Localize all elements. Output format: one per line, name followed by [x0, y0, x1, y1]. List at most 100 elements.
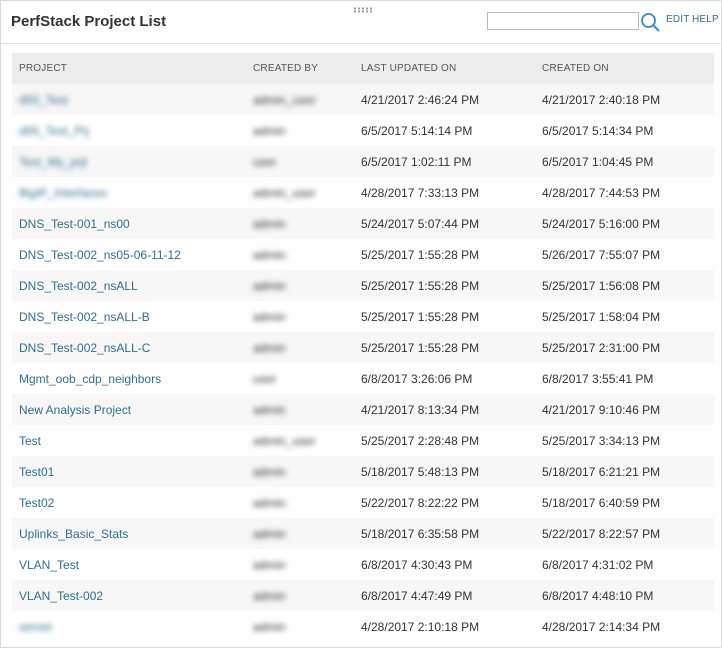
- table-cell: 6/8/2017 3:26:06 PM: [354, 363, 535, 394]
- last-updated-cell: 5/24/2017 5:07:44 PM: [361, 216, 480, 231]
- last-updated-cell: 5/22/2017 8:22:22 PM: [361, 495, 480, 510]
- column-header-project[interactable]: PROJECT: [12, 53, 246, 84]
- table-row[interactable]: DNS_Test-002_nsALL-C admin 5/25/2017 1:55:…: [12, 332, 714, 363]
- created-on-cell: 4/28/2017 2:14:34 PM: [542, 619, 661, 634]
- help-link[interactable]: HELP: [692, 14, 719, 25]
- table-row[interactable]: server admin 4/28/2017 2:10:18 PM 4/28/2017…: [12, 611, 714, 642]
- table-row[interactable]: DNS_Test-002_nsALL-B admin 5/25/2017 1:55:…: [12, 301, 714, 332]
- created-by-cell: admin: [253, 588, 286, 603]
- column-header-created-by[interactable]: CREATED BY: [246, 53, 354, 84]
- project-link[interactable]: DNS_Test-002_nsALL-C: [19, 341, 150, 355]
- table-cell: Test02: [12, 487, 246, 518]
- column-header-last-updated-on[interactable]: LAST UPDATED ON: [354, 53, 535, 84]
- created-on-cell: 5/24/2017 5:16:00 PM: [542, 216, 661, 231]
- project-link[interactable]: Test: [19, 434, 41, 448]
- search-icon[interactable]: [640, 12, 660, 32]
- table-cell: user: [246, 363, 354, 394]
- project-link[interactable]: VLAN_Test: [19, 558, 79, 572]
- project-link[interactable]: DNS_Test-002_ns05-06-11-12: [19, 248, 181, 262]
- last-updated-cell: 5/25/2017 1:55:28 PM: [361, 247, 480, 262]
- table-cell: 6/5/2017 1:04:45 PM: [535, 146, 714, 177]
- table-row[interactable]: New Analysis Project admin 4/21/2017 8:13:…: [12, 394, 714, 425]
- table-cell: admin: [246, 239, 354, 270]
- table-cell: 5/24/2017 5:16:00 PM: [535, 208, 714, 239]
- perfstack-project-list-panel: PerfStack Project List EDIT HELP PROJECT…: [0, 0, 722, 648]
- created-by-cell: admin: [253, 402, 286, 417]
- table-row[interactable]: Test admin_user 5/25/2017 2:28:48 PM 5/25/2…: [12, 425, 714, 456]
- table-cell: 6/8/2017 4:47:49 PM: [354, 580, 535, 611]
- project-link[interactable]: Test01: [19, 465, 54, 479]
- table-row[interactable]: BigIP_Interfaces admin_user 4/28/2017 7:33…: [12, 177, 714, 208]
- last-updated-cell: 6/5/2017 5:14:14 PM: [361, 123, 473, 138]
- last-updated-cell: 6/5/2017 1:02:11 PM: [361, 154, 472, 169]
- table-cell: 6/8/2017 4:30:43 PM: [354, 549, 535, 580]
- last-updated-cell: 6/8/2017 4:30:43 PM: [361, 557, 473, 572]
- project-link[interactable]: DNS_Test-002_nsALL: [19, 279, 138, 293]
- last-updated-cell: 5/25/2017 1:55:28 PM: [361, 340, 480, 355]
- created-by-cell: admin: [253, 123, 286, 138]
- project-link[interactable]: d00_Test_Prj: [19, 124, 89, 138]
- project-link[interactable]: server: [19, 620, 52, 634]
- project-link[interactable]: DNS_Test-002_nsALL-B: [19, 310, 150, 324]
- project-link[interactable]: Test02: [19, 496, 54, 510]
- table-cell: Mgmt_oob_cdp_neighbors: [12, 363, 246, 394]
- created-by-cell: admin: [253, 495, 286, 510]
- created-on-cell: 5/18/2017 6:21:21 PM: [542, 464, 661, 479]
- table-cell: admin: [246, 518, 354, 549]
- project-link[interactable]: VLAN_Test-002: [19, 589, 103, 603]
- table-row[interactable]: Uplinks_Basic_Stats admin 5/18/2017 6:35:5…: [12, 518, 714, 549]
- project-table-container: PROJECT CREATED BY LAST UPDATED ON CREAT…: [12, 53, 714, 642]
- table-cell: 5/18/2017 5:48:13 PM: [354, 456, 535, 487]
- table-cell: 5/18/2017 6:21:21 PM: [535, 456, 714, 487]
- created-by-cell: admin: [253, 309, 286, 324]
- table-cell: admin: [246, 456, 354, 487]
- created-on-cell: 6/8/2017 4:31:02 PM: [542, 557, 654, 572]
- table-row[interactable]: Test01 admin 5/18/2017 5:48:13 PM 5/18/2017…: [12, 456, 714, 487]
- table-cell: 6/5/2017 1:02:11 PM: [354, 146, 535, 177]
- project-link[interactable]: Mgmt_oob_cdp_neighbors: [19, 372, 161, 386]
- table-cell: admin: [246, 487, 354, 518]
- table-row[interactable]: Mgmt_oob_cdp_neighbors user 6/8/2017 3:26:…: [12, 363, 714, 394]
- table-header-row: PROJECT CREATED BY LAST UPDATED ON CREAT…: [12, 53, 714, 84]
- table-cell: 6/8/2017 4:31:02 PM: [535, 549, 714, 580]
- project-link[interactable]: d00_Test: [19, 93, 68, 107]
- table-row[interactable]: Test_My_prjt user 6/5/2017 1:02:11 PM 6/5/2…: [12, 146, 714, 177]
- edit-link[interactable]: EDIT: [666, 14, 690, 25]
- table-cell: Test: [12, 425, 246, 456]
- table-cell: 5/25/2017 1:58:04 PM: [535, 301, 714, 332]
- project-link[interactable]: BigIP_Interfaces: [19, 186, 107, 200]
- table-cell: VLAN_Test: [12, 549, 246, 580]
- table-row[interactable]: DNS_Test-001_ns00 admin 5/24/2017 5:07:44 …: [12, 208, 714, 239]
- table-row[interactable]: DNS_Test-002_nsALL admin 5/25/2017 1:55:28…: [12, 270, 714, 301]
- table-cell: 5/22/2017 8:22:57 PM: [535, 518, 714, 549]
- project-link[interactable]: Test_My_prjt: [19, 155, 87, 169]
- last-updated-cell: 5/25/2017 2:28:48 PM: [361, 433, 480, 448]
- table-row[interactable]: Test02 admin 5/22/2017 8:22:22 PM 5/18/2017…: [12, 487, 714, 518]
- last-updated-cell: 6/8/2017 3:26:06 PM: [361, 371, 473, 386]
- table-cell: 4/28/2017 7:44:53 PM: [535, 177, 714, 208]
- table-cell: 5/18/2017 6:35:58 PM: [354, 518, 535, 549]
- created-on-cell: 5/26/2017 7:55:07 PM: [542, 247, 661, 262]
- table-cell: 4/28/2017 2:14:34 PM: [535, 611, 714, 642]
- table-cell: 6/8/2017 3:55:41 PM: [535, 363, 714, 394]
- panel-title: PerfStack Project List: [11, 13, 167, 30]
- created-by-cell: admin: [253, 247, 286, 262]
- search-input[interactable]: [487, 12, 639, 30]
- table-row[interactable]: VLAN_Test-002 admin 6/8/2017 4:47:49 PM 6/8…: [12, 580, 714, 611]
- created-on-cell: 4/28/2017 7:44:53 PM: [542, 185, 661, 200]
- created-by-cell: admin: [253, 216, 286, 231]
- table-cell: 5/25/2017 2:28:48 PM: [354, 425, 535, 456]
- table-cell: admin: [246, 301, 354, 332]
- project-link[interactable]: New Analysis Project: [19, 403, 131, 417]
- table-row[interactable]: VLAN_Test admin 6/8/2017 4:30:43 PM 6/8/201…: [12, 549, 714, 580]
- table-row[interactable]: d00_Test admin_user 4/21/2017 2:46:24 PM 4/…: [12, 84, 714, 115]
- table-row[interactable]: d00_Test_Prj admin 6/5/2017 5:14:14 PM 6/5/…: [12, 115, 714, 146]
- column-header-created-on[interactable]: CREATED ON: [535, 53, 714, 84]
- table-cell: 4/21/2017 8:13:34 PM: [354, 394, 535, 425]
- table-row[interactable]: DNS_Test-002_ns05-06-11-12 admin 5/25/2017…: [12, 239, 714, 270]
- created-by-cell: user: [253, 371, 277, 386]
- project-link[interactable]: Uplinks_Basic_Stats: [19, 527, 128, 541]
- created-by-cell: admin_user: [253, 185, 316, 200]
- table-cell: New Analysis Project: [12, 394, 246, 425]
- project-link[interactable]: DNS_Test-001_ns00: [19, 217, 130, 231]
